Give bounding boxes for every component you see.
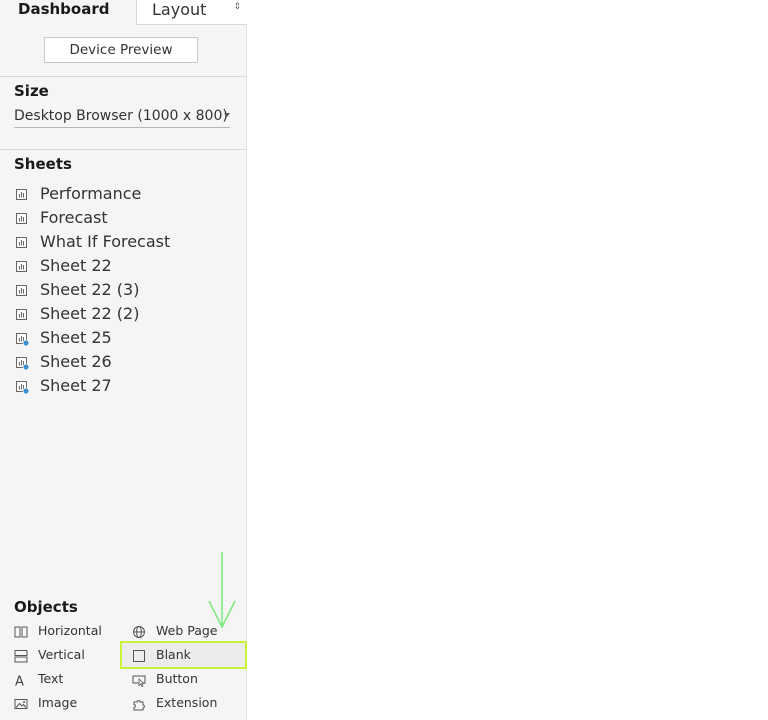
- worksheet-in-use-icon: [16, 357, 29, 370]
- size-dropdown[interactable]: Desktop Browser (1000 x 800): [14, 106, 230, 128]
- object-label: Extension: [156, 695, 218, 710]
- vertical-container-icon: [14, 650, 28, 663]
- sheet-label: Sheet 22: [40, 256, 112, 275]
- worksheet-icon: [16, 237, 27, 248]
- button-icon: [132, 675, 146, 687]
- object-blank[interactable]: Blank: [132, 645, 242, 667]
- chevron-down-icon: [224, 113, 230, 117]
- object-label: Vertical: [38, 647, 85, 662]
- sheet-label: Sheet 22 (2): [40, 304, 140, 323]
- tab-layout-label: Layout: [152, 0, 207, 19]
- object-label: Image: [38, 695, 78, 710]
- size-section-title: Size: [14, 82, 49, 100]
- object-image[interactable]: Image: [14, 693, 114, 715]
- object-text[interactable]: A Text: [14, 669, 114, 691]
- sheet-item[interactable]: Sheet 27: [15, 376, 240, 398]
- objects-section-title: Objects: [14, 598, 78, 616]
- sheets-section-title: Sheets: [14, 155, 72, 173]
- divider: [0, 76, 247, 77]
- object-label: Text: [38, 671, 64, 686]
- object-vertical[interactable]: Vertical: [14, 645, 114, 667]
- blank-icon: [133, 650, 145, 662]
- worksheet-icon: [16, 189, 27, 200]
- object-extension[interactable]: Extension: [132, 693, 242, 715]
- sheet-label: Sheet 22 (3): [40, 280, 140, 299]
- divider: [0, 149, 247, 150]
- worksheet-icon: [16, 213, 27, 224]
- object-label: Horizontal: [38, 623, 102, 638]
- object-horizontal[interactable]: Horizontal: [14, 621, 114, 643]
- sheet-item[interactable]: Sheet 22 (2): [15, 304, 240, 326]
- size-dropdown-value: Desktop Browser (1000 x 800): [14, 108, 228, 124]
- scroll-tabs-icon[interactable]: ⇕: [233, 2, 241, 12]
- sheet-item[interactable]: Performance: [15, 184, 240, 206]
- sheet-item[interactable]: What If Forecast: [15, 232, 240, 254]
- sheet-label: Performance: [40, 184, 142, 203]
- horizontal-container-icon: [14, 626, 28, 638]
- worksheet-icon: [16, 261, 27, 272]
- arrow-down-icon: [208, 552, 236, 629]
- screen: Dashboard Layout ⇕ Device Preview Size D…: [0, 0, 768, 720]
- sheet-label: Sheet 25: [40, 328, 112, 347]
- text-icon: A: [15, 675, 24, 688]
- worksheet-in-use-icon: [16, 381, 29, 394]
- svg-text:A: A: [15, 675, 24, 688]
- sheet-label: Forecast: [40, 208, 108, 227]
- sheet-label: Sheet 26: [40, 352, 112, 371]
- sheet-label: Sheet 27: [40, 376, 112, 395]
- sheet-item[interactable]: Forecast: [15, 208, 240, 230]
- tab-layout[interactable]: Layout ⇕: [136, 0, 247, 25]
- sheet-item[interactable]: Sheet 25: [15, 328, 240, 350]
- worksheet-in-use-icon: [16, 333, 29, 346]
- sheet-label: What If Forecast: [40, 232, 171, 251]
- panel-tabs: Dashboard Layout ⇕: [0, 0, 247, 25]
- object-label: Button: [156, 671, 198, 686]
- object-label: Blank: [156, 647, 191, 662]
- sheet-item[interactable]: Sheet 26: [15, 352, 240, 374]
- image-icon: [14, 699, 28, 709]
- sheet-item[interactable]: Sheet 22 (3): [15, 280, 240, 302]
- device-preview-button[interactable]: Device Preview: [44, 37, 198, 63]
- worksheet-icon: [16, 285, 27, 296]
- extension-icon: [133, 700, 145, 711]
- object-button[interactable]: Button: [132, 669, 242, 691]
- globe-icon: [133, 626, 145, 638]
- tab-dashboard[interactable]: Dashboard: [0, 0, 136, 25]
- worksheet-icon: [16, 309, 27, 320]
- sheet-item[interactable]: Sheet 22: [15, 256, 240, 278]
